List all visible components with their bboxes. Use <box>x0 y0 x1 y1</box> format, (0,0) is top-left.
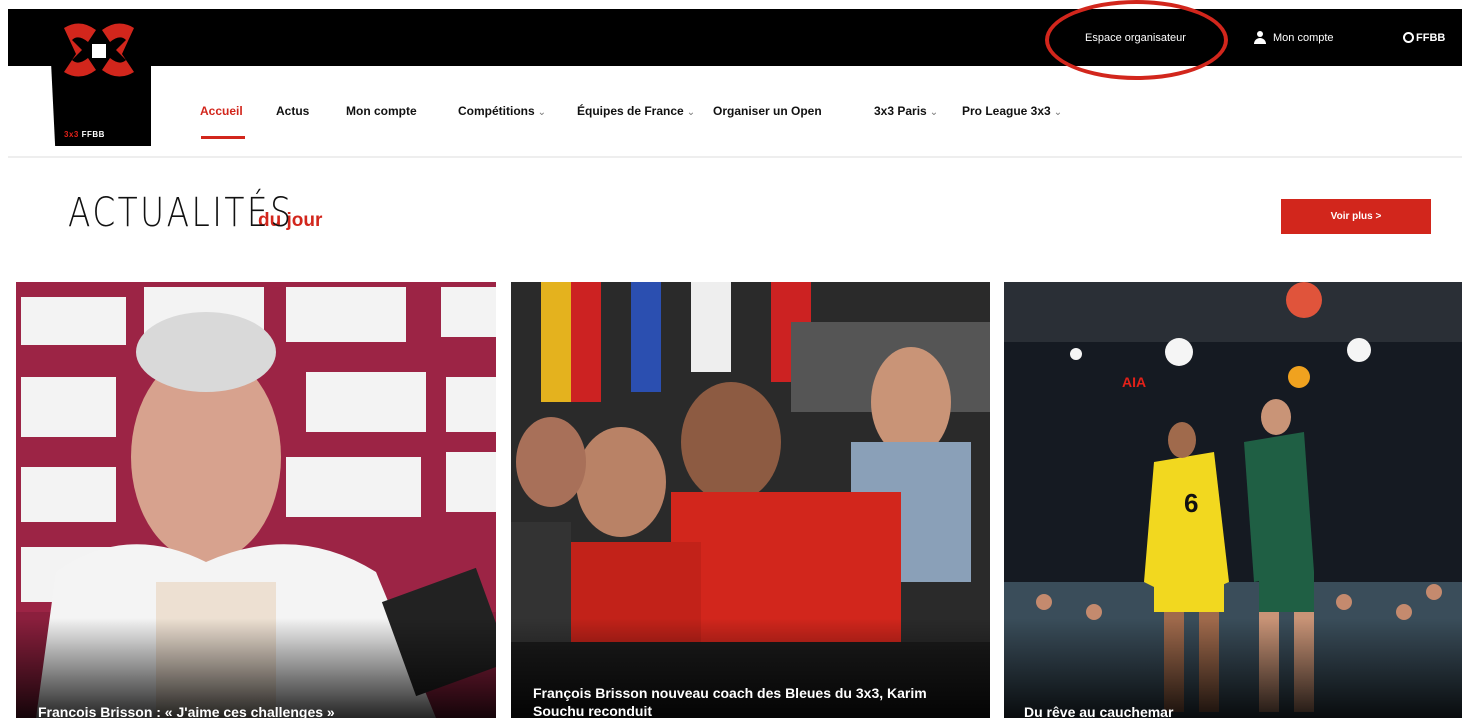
chevron-down-icon: ⌄ <box>1053 107 1063 118</box>
nav-item-mon-compte[interactable]: Mon compte <box>346 104 417 118</box>
logo-wordmark: 3x3 FFBB <box>64 130 105 139</box>
nav-item-label: 3x3 Paris <box>874 104 927 118</box>
logo-brand-prefix: 3x3 <box>64 130 79 139</box>
nav-item-actus[interactable]: Actus <box>276 104 309 118</box>
nav-item-pro-league-3x3[interactable]: Pro League 3x3 ⌄ <box>962 104 1062 118</box>
news-card-title: François Brisson nouveau coach des Bleue… <box>533 685 927 718</box>
nav-item-accueil[interactable]: Accueil <box>200 104 243 118</box>
news-card-title: Du rêve au cauchemar <box>1024 704 1174 718</box>
news-card[interactable]: François Brisson nouveau coach des Bleue… <box>511 282 990 718</box>
nav-item-3x3-paris[interactable]: 3x3 Paris ⌄ <box>874 104 938 118</box>
section-heading: ACTUALITÉS du jour <box>68 190 322 236</box>
ffbb-link-label: FFBB <box>1416 31 1446 44</box>
see-more-button[interactable]: Voir plus > <box>1281 199 1431 234</box>
nav-item-equipes-de-france[interactable]: Équipes de France ⌄ <box>577 104 695 118</box>
section-title: ACTUALITÉS <box>68 190 294 236</box>
nav-item-label: Organiser un Open <box>713 104 822 118</box>
nav-item-organiser-un-open[interactable]: Organiser un Open <box>713 104 822 118</box>
nav-item-label: Équipes de France <box>577 104 684 118</box>
news-card-title: Francois Brisson : « J'aime ces challeng… <box>38 704 335 718</box>
3x3-logo-icon <box>64 23 134 77</box>
active-nav-underline <box>201 136 245 139</box>
user-icon <box>1253 30 1267 45</box>
chevron-down-icon: ⌄ <box>929 107 939 118</box>
account-link-label: Mon compte <box>1273 31 1334 44</box>
top-bar: Espace organisateur Mon compte FFBB <box>8 9 1462 66</box>
nav-item-label: Pro League 3x3 <box>962 104 1051 118</box>
chevron-down-icon: ⌄ <box>537 107 547 118</box>
news-card[interactable]: AIA 6 Du rêve au cauchemar <box>1004 282 1462 718</box>
chevron-down-icon: ⌄ <box>686 107 696 118</box>
nav-item-label: Actus <box>276 104 310 118</box>
nav-divider <box>8 156 1462 158</box>
nav-item-label: Mon compte <box>346 104 417 118</box>
logo-brand-suffix: FFBB <box>81 130 105 139</box>
basketball-icon <box>1403 32 1414 43</box>
svg-text:AIA: AIA <box>1122 374 1146 390</box>
nav-item-competitions[interactable]: Compétitions ⌄ <box>458 104 546 118</box>
news-card[interactable]: Francois Brisson : « J'aime ces challeng… <box>16 282 496 718</box>
account-link[interactable]: Mon compte <box>1253 9 1334 66</box>
nav-item-label: Accueil <box>200 104 243 118</box>
organizer-space-link[interactable]: Espace organisateur <box>1085 9 1186 66</box>
svg-text:6: 6 <box>1184 488 1198 518</box>
nav-item-label: Compétitions <box>458 104 535 118</box>
ffbb-link[interactable]: FFBB <box>1403 9 1445 66</box>
